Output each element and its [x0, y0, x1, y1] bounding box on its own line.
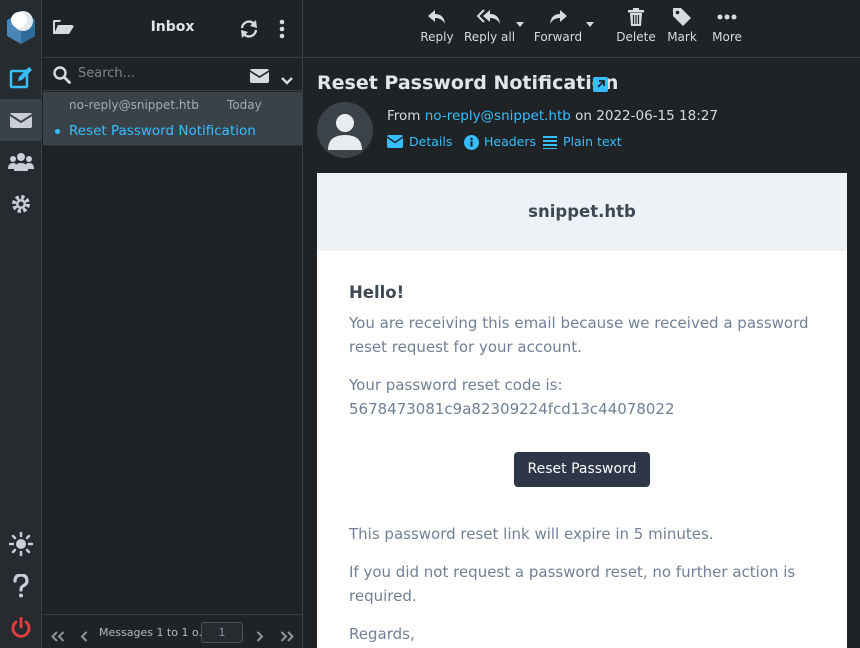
sender-line: From no-reply@snippet.htb on 2022-06-15 … — [387, 108, 718, 124]
forward-icon — [550, 10, 567, 24]
email-header-band: snippet.htb — [317, 173, 847, 251]
help-icon[interactable] — [0, 565, 42, 607]
plain-text-link[interactable]: Plain text — [543, 134, 623, 152]
sender-address-link[interactable]: no-reply@snippet.htb — [425, 108, 571, 124]
chevron-down-icon[interactable] — [281, 70, 293, 89]
reply-button[interactable]: Reply — [418, 8, 456, 44]
first-page-icon[interactable] — [51, 627, 65, 646]
reply-all-icon — [477, 9, 500, 24]
message-datetime: on 2022-06-15 18:27 — [575, 108, 718, 124]
email-brand: snippet.htb — [528, 202, 636, 221]
nav-rail — [0, 0, 42, 648]
envelope-filter-icon[interactable] — [249, 68, 270, 87]
email-body: snippet.htb Hello! You are receiving thi… — [317, 173, 847, 648]
forward-dropdown-icon[interactable] — [586, 22, 594, 27]
envelope-icon — [387, 135, 403, 148]
settings-icon[interactable] — [0, 183, 42, 225]
reply-all-button[interactable]: Reply all — [464, 8, 515, 44]
refresh-icon[interactable] — [239, 19, 259, 43]
details-link[interactable]: Details — [387, 134, 452, 152]
email-paragraph: You are receiving this email because we … — [349, 314, 809, 356]
contacts-icon[interactable] — [0, 141, 42, 183]
email-reset-code: 5678473081c9a82309224fcd13c44078022 — [349, 400, 675, 418]
open-in-new-window-icon[interactable] — [593, 77, 608, 92]
unread-dot-icon — [55, 129, 60, 134]
mark-button[interactable]: Mark — [665, 8, 699, 44]
message-date: Today 18:27 — [227, 98, 267, 112]
more-vertical-icon[interactable] — [279, 19, 285, 43]
logout-icon[interactable] — [0, 607, 42, 648]
last-page-icon[interactable] — [280, 627, 294, 646]
list-header: Inbox — [43, 0, 302, 58]
message-list-panel: Inbox Search... no-reply@snippet.htb Tod… — [43, 0, 303, 648]
message-toolbar: Reply Reply all Forward Delete Mark More — [304, 0, 860, 58]
tag-icon — [673, 8, 691, 26]
theme-icon[interactable] — [0, 523, 42, 565]
from-label: From — [387, 108, 421, 124]
mail-icon[interactable] — [0, 99, 42, 141]
info-icon — [464, 135, 479, 150]
compose-icon[interactable] — [0, 57, 42, 99]
more-horizontal-icon — [717, 14, 737, 20]
email-greeting: Hello! — [349, 283, 405, 302]
forward-button[interactable]: Forward — [532, 8, 584, 44]
list-item[interactable]: no-reply@snippet.htb Today 18:27 Reset P… — [43, 92, 302, 146]
mail-app: Inbox Search... no-reply@snippet.htb Tod… — [0, 0, 860, 648]
message-subject: Reset Password Notification — [69, 123, 256, 139]
folder-title: Inbox — [150, 19, 195, 35]
reset-password-button[interactable]: Reset Password — [514, 452, 650, 487]
message-view: Reply Reply all Forward Delete Mark More… — [304, 0, 860, 648]
message-count: Messages 1 to 1 o... — [99, 626, 209, 639]
headers-link[interactable]: Headers — [464, 134, 536, 152]
search-bar[interactable]: Search... — [43, 58, 302, 91]
align-lines-icon — [543, 136, 557, 149]
avatar — [317, 102, 373, 158]
email-code-label: Your password reset code is: — [349, 376, 563, 394]
message-subject-title: Reset Password Notification — [317, 72, 619, 94]
reply-all-dropdown-icon[interactable] — [516, 22, 524, 27]
search-icon — [53, 66, 71, 88]
search-input[interactable]: Search... — [78, 66, 135, 81]
delete-button[interactable]: Delete — [615, 8, 657, 44]
more-button[interactable]: More — [708, 8, 746, 44]
email-disclaimer: If you did not request a password reset,… — [349, 563, 796, 605]
trash-icon — [628, 8, 644, 26]
reply-icon — [428, 10, 445, 24]
logo-icon[interactable] — [6, 8, 36, 44]
list-pagination: Messages 1 to 1 o... 1 — [43, 614, 302, 648]
message-from: no-reply@snippet.htb — [69, 98, 199, 112]
email-regards: Regards, — [349, 625, 415, 643]
prev-page-icon[interactable] — [80, 627, 88, 646]
next-page-icon[interactable] — [256, 627, 264, 646]
email-expiry-note: This password reset link will expire in … — [349, 525, 714, 543]
page-number-input[interactable]: 1 — [201, 622, 243, 643]
